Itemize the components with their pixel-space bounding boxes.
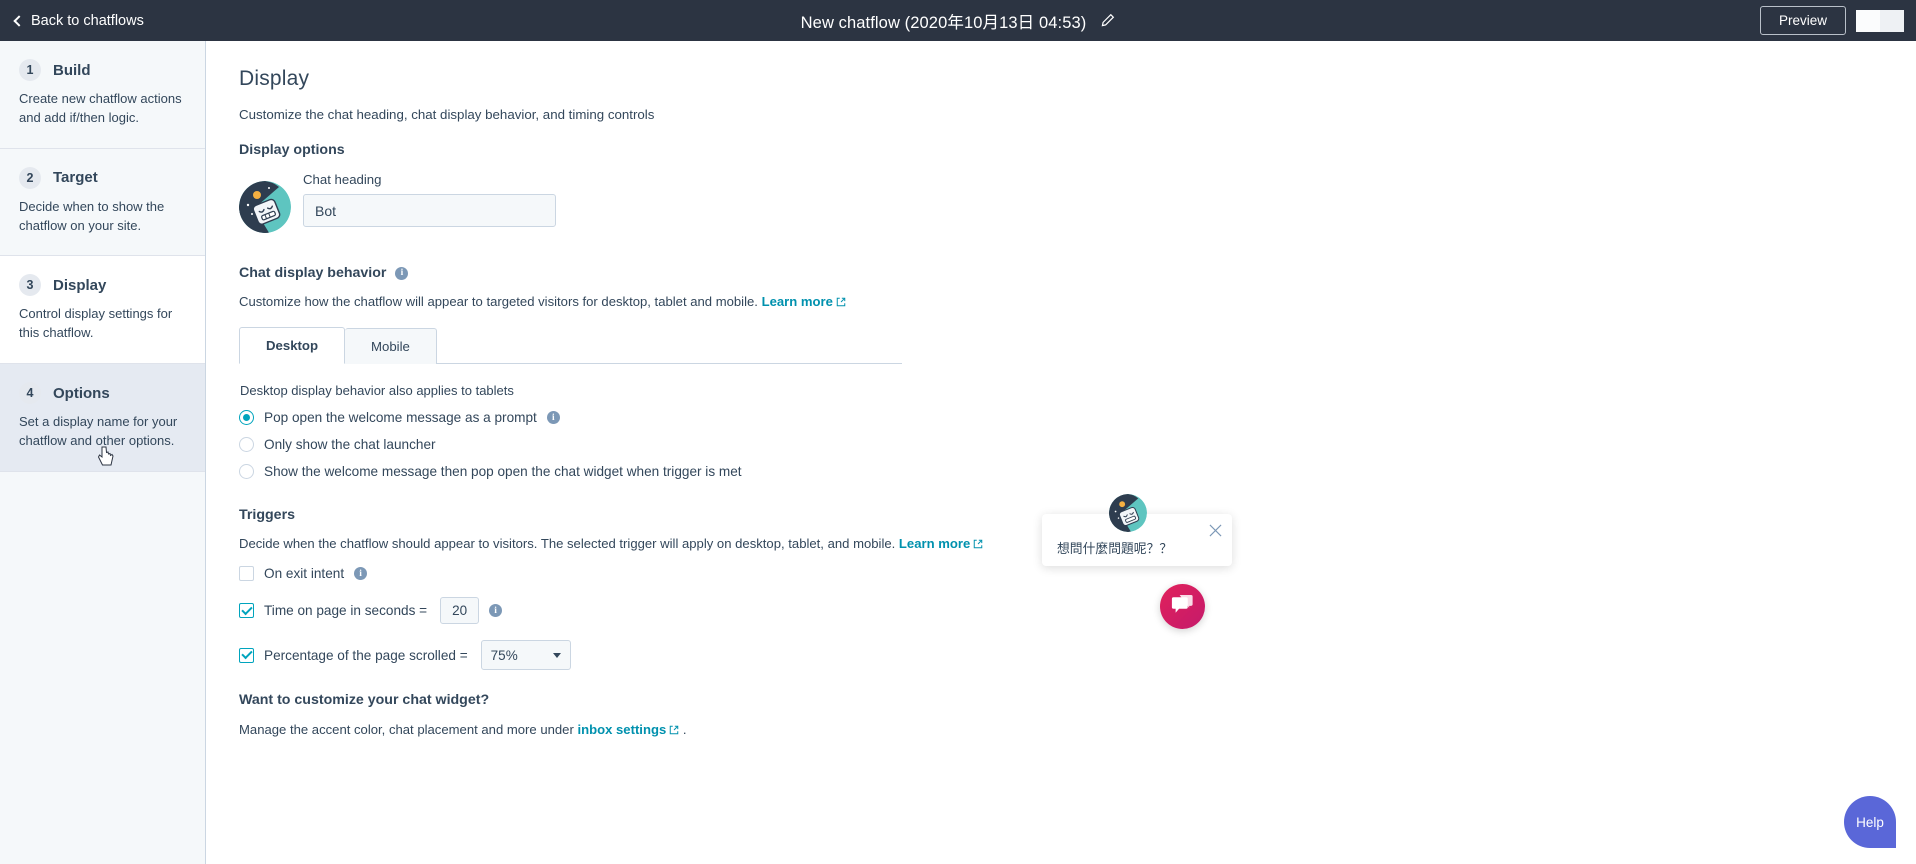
radio-label: Only show the chat launcher — [264, 437, 436, 452]
extra-button-group — [1856, 10, 1904, 32]
radio-label: Show the welcome message then pop open t… — [264, 464, 742, 479]
bot-avatar-icon — [1109, 494, 1147, 532]
help-button[interactable]: Help — [1844, 796, 1896, 848]
chat-display-behavior-description: Customize how the chatflow will appear t… — [239, 294, 1916, 310]
step-description: Set a display name for your chatflow and… — [19, 413, 186, 451]
step-description: Control display settings for this chatfl… — [19, 305, 186, 343]
radio-option-pop-open-prompt[interactable]: Pop open the welcome message as a prompt… — [239, 410, 1916, 425]
main-content: Display Customize the chat heading, chat… — [207, 41, 1916, 864]
trigger-label: On exit intent — [264, 566, 344, 581]
close-icon[interactable] — [1209, 524, 1222, 537]
step-description: Create new chatflow actions and add if/t… — [19, 90, 186, 128]
info-icon[interactable]: i — [547, 411, 560, 424]
chat-heading-field-group: Chat heading — [303, 172, 556, 227]
tab-desktop[interactable]: Desktop — [239, 327, 345, 364]
back-to-chatflows-link[interactable]: Back to chatflows — [15, 13, 144, 29]
chat-widget-preview: 想問什麼問題呢？？ — [1042, 494, 1292, 654]
chat-heading-label: Chat heading — [303, 172, 556, 187]
widget-customize-description: Manage the accent color, chat placement … — [239, 722, 1916, 738]
top-bar: Back to chatflows New chatflow (2020年10月… — [0, 0, 1916, 41]
radio-indicator[interactable] — [239, 410, 254, 425]
step-number: 1 — [19, 59, 41, 81]
ghost-button-1[interactable] — [1856, 10, 1880, 32]
sidebar: 1 Build Create new chatflow actions and … — [0, 41, 206, 864]
percentage-scrolled-select[interactable]: 75% — [481, 640, 571, 670]
pencil-icon[interactable] — [1100, 13, 1115, 28]
step-header: 4 Options — [19, 382, 186, 404]
step-title: Options — [53, 385, 110, 402]
chat-display-behavior-header: Chat display behavior i — [239, 265, 1916, 281]
tab-note: Desktop display behavior also applies to… — [239, 383, 1916, 398]
external-link-icon — [973, 537, 983, 552]
cdb-description-text: Customize how the chatflow will appear t… — [239, 294, 758, 309]
display-behavior-radio-group: Pop open the welcome message as a prompt… — [239, 410, 1916, 479]
step-title: Target — [53, 169, 98, 186]
triggers-learn-more-link[interactable]: Learn more — [899, 536, 970, 551]
step-title: Build — [53, 62, 91, 79]
step-header: 2 Target — [19, 167, 186, 189]
radio-label: Pop open the welcome message as a prompt — [264, 410, 537, 425]
checkbox-on-exit-intent[interactable] — [239, 566, 254, 581]
time-on-page-input[interactable] — [440, 597, 479, 624]
sidebar-step-target[interactable]: 2 Target Decide when to show the chatflo… — [0, 149, 205, 257]
radio-indicator[interactable] — [239, 464, 254, 479]
chatflow-title: New chatflow (2020年10月13日 04:53) — [801, 9, 1087, 33]
info-icon[interactable]: i — [354, 567, 367, 580]
bot-avatar-icon — [239, 181, 291, 233]
percentage-select-wrapper: 75% — [481, 640, 571, 670]
page-subtitle: Customize the chat heading, chat display… — [239, 107, 1916, 122]
external-link-icon — [836, 295, 846, 310]
sidebar-step-display[interactable]: 3 Display Control display settings for t… — [0, 256, 205, 364]
widget-customize-title: Want to customize your chat widget? — [239, 692, 1916, 708]
display-behavior-tabs: Desktop Mobile — [239, 327, 902, 364]
top-bar-title-group: New chatflow (2020年10月13日 04:53) — [0, 0, 1916, 41]
info-icon[interactable]: i — [489, 604, 502, 617]
page-title: Display — [239, 67, 1916, 91]
sidebar-step-options[interactable]: 4 Options Set a display name for your ch… — [0, 364, 205, 472]
preview-button[interactable]: Preview — [1760, 6, 1846, 35]
step-number: 4 — [19, 382, 41, 404]
external-link-icon — [669, 723, 679, 738]
tab-mobile[interactable]: Mobile — [345, 328, 437, 364]
widget-desc-before: Manage the accent color, chat placement … — [239, 722, 574, 737]
checkbox-percentage-scrolled[interactable] — [239, 648, 254, 663]
chevron-left-icon — [13, 15, 24, 26]
step-header: 1 Build — [19, 59, 186, 81]
widget-desc-after: . — [683, 722, 687, 737]
inbox-settings-link[interactable]: inbox settings — [577, 722, 666, 737]
ghost-button-2[interactable] — [1880, 10, 1904, 32]
radio-indicator[interactable] — [239, 437, 254, 452]
radio-option-welcome-then-popup[interactable]: Show the welcome message then pop open t… — [239, 464, 1916, 479]
display-options-title: Display options — [239, 142, 1916, 158]
step-number: 2 — [19, 167, 41, 189]
chat-display-behavior-title: Chat display behavior — [239, 265, 386, 281]
step-number: 3 — [19, 274, 41, 296]
back-link-label: Back to chatflows — [31, 13, 144, 29]
chat-display-behavior-learn-more-link[interactable]: Learn more — [762, 294, 833, 309]
triggers-description-text: Decide when the chatflow should appear t… — [239, 536, 895, 551]
checkbox-time-on-page[interactable] — [239, 603, 254, 618]
info-icon[interactable]: i — [395, 267, 408, 280]
chat-bubble-icon — [1171, 594, 1194, 620]
sidebar-step-build[interactable]: 1 Build Create new chatflow actions and … — [0, 41, 205, 149]
chat-heading-row: Chat heading — [239, 172, 1916, 233]
trigger-label: Time on page in seconds = — [264, 603, 427, 618]
radio-option-only-launcher[interactable]: Only show the chat launcher — [239, 437, 1916, 452]
chat-welcome-message: 想問什麼問題呢？？ — [1057, 538, 1172, 557]
trigger-label: Percentage of the page scrolled = — [264, 648, 468, 663]
step-title: Display — [53, 277, 106, 294]
step-header: 3 Display — [19, 274, 186, 296]
top-bar-actions: Preview — [1760, 0, 1904, 41]
chat-launcher-button[interactable] — [1160, 584, 1205, 629]
step-description: Decide when to show the chatflow on your… — [19, 198, 186, 236]
chat-heading-input[interactable] — [303, 194, 556, 227]
